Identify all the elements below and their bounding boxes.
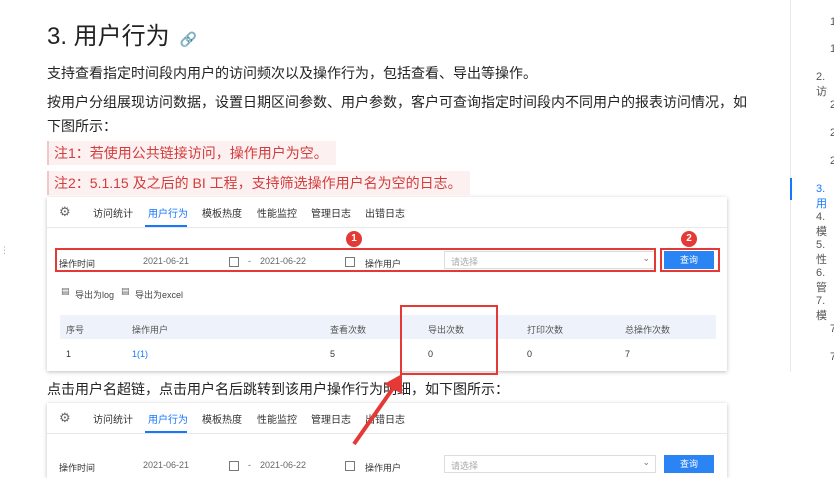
export-log-link[interactable]: 导出为log xyxy=(75,288,114,301)
table-header-user: 操作用户 xyxy=(132,325,169,335)
chevron-down-icon: ⌄ xyxy=(642,457,650,467)
paragraph-1: 支持查看指定时间段内用户的访问频次以及操作行为，包括查看、导出等操作。 xyxy=(47,65,537,81)
tab-bar: ⚙ 访问统计 用户行为 模板热度 性能监控 管理日志 出错日志 xyxy=(47,197,727,228)
gear-icon[interactable]: ⚙ xyxy=(59,410,71,426)
export-excel-link[interactable]: 导出为excel xyxy=(135,288,183,301)
annotation-box-filter xyxy=(55,248,656,272)
toc-item[interactable]: 2 xyxy=(830,99,834,111)
table-header-seq: 序号 xyxy=(66,325,85,335)
screenshot-user-behavior: ⚙ 访问统计 用户行为 模板热度 性能监控 管理日志 出错日志 操作时间 202… xyxy=(47,197,727,375)
tab-user-behavior[interactable]: 用户行为 xyxy=(148,205,188,220)
paragraph-3: 下图所示： xyxy=(47,118,117,134)
filter-label-user: 操作用户 xyxy=(365,463,402,473)
tab-admin-log[interactable]: 管理日志 xyxy=(311,205,351,220)
toc-item[interactable]: 6. 管 xyxy=(816,267,834,295)
tab-performance[interactable]: 性能监控 xyxy=(257,411,297,426)
annotation-box-query xyxy=(660,248,720,272)
filter-label-time: 操作时间 xyxy=(59,463,96,473)
user-select[interactable]: 请选择 ⌄ xyxy=(444,455,656,473)
active-tab-underline xyxy=(145,431,187,433)
cell-total: 7 xyxy=(625,349,631,359)
tab-performance[interactable]: 性能监控 xyxy=(257,205,297,220)
table-header-prints: 打印次数 xyxy=(527,325,564,335)
paragraph-2: 按用户分组展现访问数据，设置日期区间参数、用户参数，客户可查询指定时间段内不同用… xyxy=(47,94,747,110)
date-dash: - xyxy=(248,460,251,470)
tab-template-heat[interactable]: 模板热度 xyxy=(202,205,242,220)
gear-icon[interactable]: ⚙ xyxy=(59,204,71,220)
page-title-text: 3. 用户行为 xyxy=(47,23,170,50)
date-start-input[interactable]: 2021-06-21 xyxy=(143,460,189,470)
tab-visit-stats[interactable]: 访问统计 xyxy=(93,411,133,426)
export-excel-icon: ▤ xyxy=(121,286,130,296)
table-header-views: 查看次数 xyxy=(330,325,367,335)
toc-item[interactable]: 1 xyxy=(830,16,834,28)
calendar-icon[interactable] xyxy=(345,461,355,471)
toc-item-active[interactable]: 3. 用 xyxy=(816,183,834,211)
cell-views: 5 xyxy=(330,349,336,359)
toc-item[interactable]: 2 xyxy=(830,127,834,139)
toc-item[interactable]: 7 xyxy=(830,351,834,363)
date-end-input[interactable]: 2021-06-22 xyxy=(260,460,306,470)
tab-template-heat[interactable]: 模板热度 xyxy=(202,411,242,426)
tab-error-log[interactable]: 出错日志 xyxy=(365,205,405,220)
toc-item[interactable]: 1 xyxy=(830,43,834,55)
note-1: 注1：若使用公共链接访问，操作用户为空。 xyxy=(47,141,336,165)
toc-item[interactable]: 7 xyxy=(830,323,834,335)
table-header-total: 总操作次数 xyxy=(625,325,671,335)
arrow-shaft xyxy=(352,382,398,446)
query-button[interactable]: 查询 xyxy=(664,455,714,473)
toc-item[interactable]: 5. 性 xyxy=(816,239,834,267)
cell-user-link[interactable]: 1(1) xyxy=(132,349,148,359)
link-icon[interactable]: 🔗 xyxy=(180,31,197,47)
tab-visit-stats[interactable]: 访问统计 xyxy=(93,205,133,220)
note-2: 注2：5.1.15 及之后的 BI 工程，支持筛选操作用户名为空的日志。 xyxy=(47,171,470,195)
tab-user-behavior[interactable]: 用户行为 xyxy=(148,411,188,426)
export-log-icon: ▤ xyxy=(61,286,70,296)
side-handle-icon[interactable]: ⋮ xyxy=(0,245,9,256)
toc-active-indicator xyxy=(790,178,792,200)
toc-item[interactable]: 4. 模 xyxy=(816,211,834,239)
caption-2: 点击用户名超链，点击用户名后跳转到该用户操作行为明细，如下图所示： xyxy=(47,381,509,397)
user-select-placeholder: 请选择 xyxy=(451,461,479,471)
annotation-badge-1: 1 xyxy=(346,231,362,247)
annotation-badge-2: 2 xyxy=(681,231,697,247)
calendar-icon[interactable] xyxy=(229,461,239,471)
active-tab-underline xyxy=(145,225,187,227)
page-title: 3. 用户行为 🔗 xyxy=(47,16,197,51)
annotation-box-export-count xyxy=(400,305,498,375)
cell-prints: 0 xyxy=(527,349,533,359)
toc-item[interactable]: 7. 模 xyxy=(816,295,834,323)
cell-seq: 1 xyxy=(66,349,72,359)
annotation-arrow xyxy=(352,374,402,446)
toc-item[interactable]: 2 xyxy=(830,155,834,167)
toc-item[interactable]: 2. 访 xyxy=(816,71,834,99)
